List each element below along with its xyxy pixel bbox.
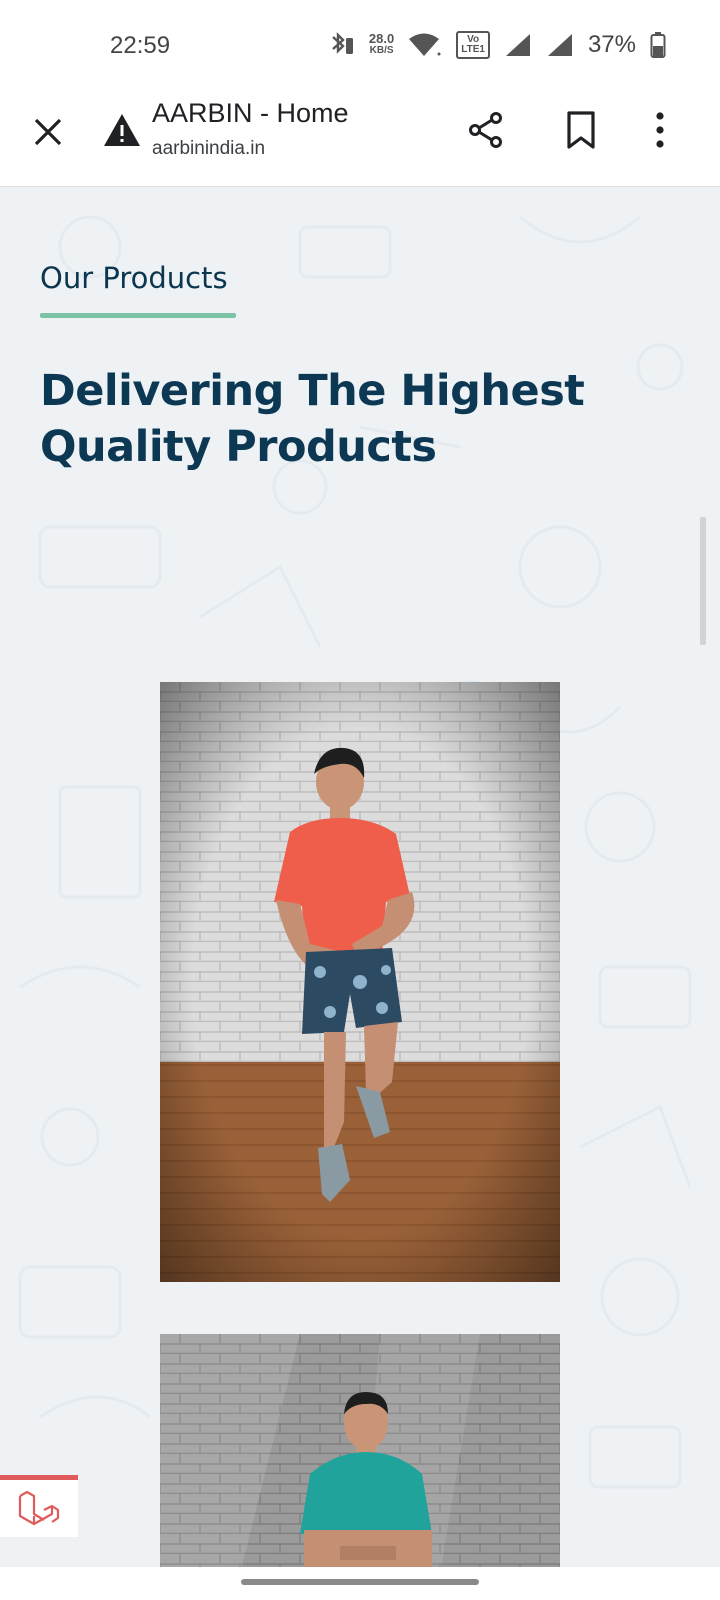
signal-icon-2 bbox=[547, 34, 572, 56]
network-speed: 28.0 KB/S bbox=[368, 31, 395, 56]
laravel-debugbar-badge[interactable] bbox=[0, 1475, 78, 1537]
section-label: Our Products bbox=[40, 261, 228, 295]
page-title: AARBIN - Home bbox=[152, 98, 349, 128]
product-image-1[interactable] bbox=[160, 682, 560, 1282]
bluetooth-battery-icon bbox=[332, 32, 353, 54]
wifi-icon bbox=[409, 33, 441, 56]
status-bar: 22:59 28.0 KB/S Vo LTE1 37% bbox=[0, 0, 720, 92]
bookmark-icon[interactable] bbox=[566, 110, 596, 150]
status-icons: 28.0 KB/S Vo LTE1 37% bbox=[327, 30, 666, 60]
battery-percent: 37% bbox=[587, 31, 636, 58]
navigation-bar bbox=[0, 1567, 720, 1600]
volte-icon: Vo LTE1 bbox=[456, 31, 490, 59]
status-time: 22:59 bbox=[110, 32, 171, 59]
web-content: Our Products Delivering The Highest Qual… bbox=[0, 187, 720, 1567]
product-image-2[interactable] bbox=[160, 1334, 560, 1567]
signal-icon-1 bbox=[505, 34, 530, 56]
battery-icon bbox=[650, 32, 666, 58]
page-url: aarbinindia.in bbox=[152, 138, 266, 159]
more-options-icon[interactable] bbox=[650, 110, 670, 150]
close-icon[interactable] bbox=[28, 112, 68, 152]
section-heading: Delivering The Highest Quality Products bbox=[40, 363, 640, 475]
browser-toolbar: AARBIN - Home aarbinindia.in bbox=[0, 92, 720, 187]
heading-line-2: Quality Products bbox=[40, 422, 437, 472]
home-gesture-handle[interactable] bbox=[241, 1579, 479, 1585]
laravel-logo-icon bbox=[18, 1490, 60, 1526]
scrollbar-thumb[interactable] bbox=[700, 517, 706, 645]
share-icon[interactable] bbox=[466, 110, 506, 150]
warning-icon[interactable] bbox=[102, 110, 142, 150]
heading-line-1: Delivering The Highest bbox=[40, 366, 585, 416]
section-underline bbox=[40, 313, 236, 318]
